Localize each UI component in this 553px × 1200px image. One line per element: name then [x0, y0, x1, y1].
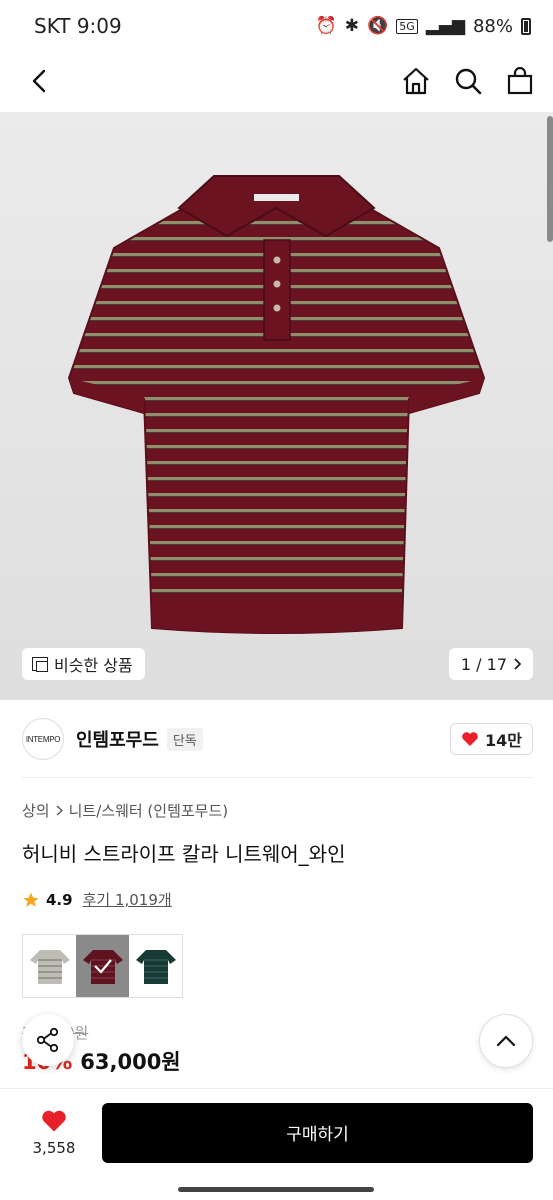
product-image — [67, 175, 486, 634]
exclusive-badge: 단독 — [166, 727, 203, 751]
status-icons: ⏰ ✱ 🔇 5G ▂▄▆ 88% — [316, 16, 531, 37]
image-counter-button[interactable]: 1 / 17 — [448, 648, 533, 680]
reviews-link[interactable]: 후기 1,019개 — [83, 889, 172, 910]
mute-icon: 🔇 — [367, 16, 389, 36]
variant-thumbnail — [135, 950, 176, 984]
sale-price: 63,000원 — [80, 1050, 181, 1074]
similar-products-button[interactable]: 비슷한 상품 — [22, 648, 145, 680]
breadcrumb: 상의 니트/스웨터 (인템포무드) — [22, 800, 228, 821]
cart-button[interactable] — [505, 66, 535, 96]
breadcrumb-subcategory[interactable]: 니트/스웨터 (인템포무드) — [69, 800, 229, 821]
chevron-up-icon — [496, 1035, 516, 1047]
variant-option[interactable] — [23, 935, 76, 997]
rating-row: 4.9 후기 1,019개 — [22, 889, 172, 910]
bluetooth-icon: ✱ — [344, 16, 360, 36]
image-counter: 1 / 17 — [460, 654, 507, 674]
battery-icon — [521, 17, 531, 35]
similar-label: 비슷한 상품 — [54, 656, 133, 675]
heart-icon — [42, 1110, 66, 1131]
star-icon — [23, 892, 39, 907]
alarm-icon: ⏰ — [315, 16, 337, 36]
carrier-time: SKT 9:09 — [34, 14, 122, 38]
chevron-right-icon — [514, 658, 521, 670]
share-icon — [36, 1027, 59, 1053]
battery-percent: 88% — [472, 15, 513, 37]
divider — [22, 777, 533, 778]
scroll-to-top-button[interactable] — [479, 1014, 533, 1068]
brand-row: INTEMPO 인템포무드 단독 14만 — [22, 716, 533, 762]
check-icon — [76, 935, 129, 997]
wishlist-count: 3,558 — [32, 1138, 76, 1157]
search-button[interactable] — [453, 66, 483, 96]
wishlist-button[interactable]: 3,558 — [20, 1109, 88, 1157]
brand-like-button[interactable]: 14만 — [450, 723, 533, 755]
variant-thumbnail — [29, 950, 70, 984]
product-image-gallery[interactable]: 비슷한 상품 1 / 17 — [0, 112, 553, 700]
bottom-action-bar: 3,558 구매하기 — [0, 1088, 553, 1176]
signal-icon: ▂▄▆ — [425, 16, 465, 36]
similar-icon — [32, 657, 48, 672]
brand-name[interactable]: 인템포무드 — [76, 726, 159, 752]
home-indicator[interactable] — [178, 1187, 374, 1192]
home-icon — [403, 67, 429, 95]
product-title: 허니비 스트라이프 칼라 니트웨어_와인 — [22, 842, 346, 866]
variant-option[interactable] — [129, 935, 182, 997]
share-button[interactable] — [22, 1014, 74, 1066]
variant-option-selected[interactable] — [76, 935, 129, 997]
color-variants — [22, 934, 183, 998]
brand-like-count: 14만 — [485, 731, 522, 750]
page-scrollbar[interactable] — [547, 116, 553, 242]
top-nav — [0, 52, 553, 110]
breadcrumb-category[interactable]: 상의 — [22, 800, 50, 821]
chevron-right-icon — [56, 805, 63, 816]
heart-icon — [462, 732, 478, 746]
buy-button[interactable]: 구매하기 — [102, 1102, 533, 1163]
back-icon — [32, 69, 46, 93]
status-bar: SKT 9:09 ⏰ ✱ 🔇 5G ▂▄▆ 88% — [0, 0, 553, 52]
shopping-bag-icon — [507, 67, 533, 95]
home-button[interactable] — [401, 66, 431, 96]
brand-logo[interactable]: INTEMPO — [22, 718, 64, 760]
search-icon — [455, 68, 482, 95]
back-button[interactable] — [24, 66, 54, 96]
rating-value: 4.9 — [46, 890, 73, 909]
network-badge: 5G — [396, 18, 418, 34]
